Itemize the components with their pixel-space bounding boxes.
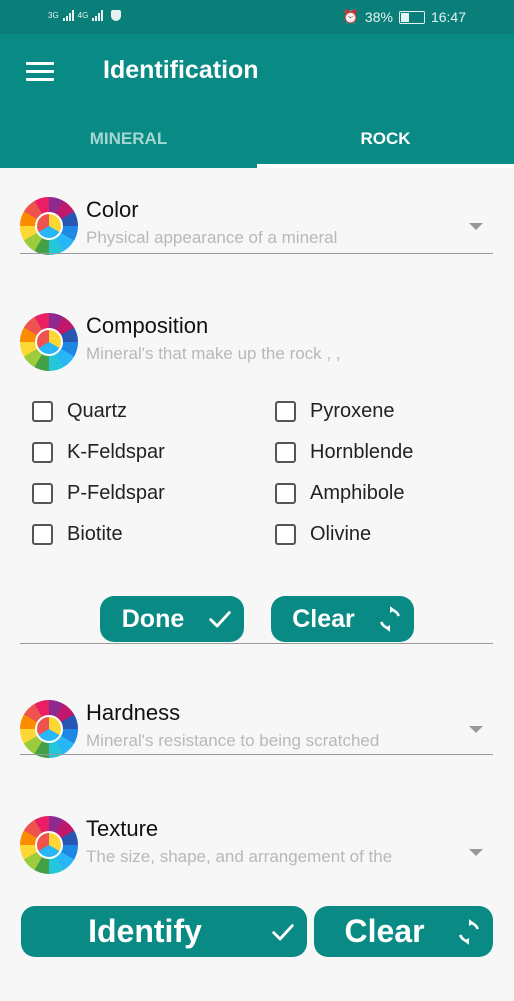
signal-icon-2 (92, 9, 104, 21)
tab-indicator (257, 164, 514, 168)
done-button-label: Done (121, 604, 185, 633)
alarm-icon: ⏰ (342, 9, 359, 24)
checkbox-label: P-Feldspar (67, 482, 165, 504)
battery-percent: 38% (364, 9, 393, 25)
checkbox-label: K-Feldspar (67, 441, 165, 463)
composition-field[interactable]: Composition Mineral's that make up the r… (20, 313, 493, 371)
refresh-icon (380, 606, 400, 632)
checkbox-box[interactable] (275, 401, 296, 422)
checkbox-quartz[interactable]: Quartz (32, 400, 127, 423)
checkbox-olivine[interactable]: Olivine (275, 523, 371, 546)
hardness-subtitle: Mineral's resistance to being scratched (86, 731, 380, 750)
refresh-icon (459, 918, 479, 945)
color-field[interactable]: Color Physical appearance of a mineral (20, 197, 493, 255)
checkbox-box[interactable] (32, 442, 53, 463)
shield-icon (111, 9, 122, 21)
hamburger-menu-icon[interactable] (26, 62, 54, 82)
checkbox-box[interactable] (275, 524, 296, 545)
checkbox-box[interactable] (32, 524, 53, 545)
color-wheel-icon (20, 197, 78, 255)
network-indicators: 3G 4G (48, 9, 122, 21)
texture-field[interactable]: Texture The size, shape, and arrangement… (20, 816, 493, 874)
network-4g-label: 4G (77, 10, 89, 20)
check-icon (272, 923, 294, 940)
checkbox-biotite[interactable]: Biotite (32, 523, 123, 546)
clock: 16:47 (430, 9, 466, 25)
checkbox-pyroxene[interactable]: Pyroxene (275, 400, 395, 423)
composition-clear-button[interactable]: Clear (271, 596, 414, 642)
status-bar: 3G 4G ⏰ 38% 16:47 (0, 0, 514, 34)
checkbox-hornblende[interactable]: Hornblende (275, 441, 413, 464)
color-wheel-icon (20, 816, 78, 874)
dropdown-arrow-icon[interactable] (469, 726, 483, 733)
page-title: Identification (103, 56, 259, 84)
app-bar: Identification (0, 34, 514, 110)
composition-title: Composition (86, 313, 209, 338)
hardness-title: Hardness (86, 700, 181, 725)
checkbox-label: Amphibole (310, 482, 405, 504)
color-wheel-icon (20, 700, 78, 758)
done-button[interactable]: Done (100, 596, 244, 642)
checkbox-k-feldspar[interactable]: K-Feldspar (32, 441, 165, 464)
checkbox-box[interactable] (32, 401, 53, 422)
checkbox-p-feldspar[interactable]: P-Feldspar (32, 482, 165, 505)
divider (20, 643, 493, 644)
hardness-field[interactable]: Hardness Mineral's resistance to being s… (20, 700, 493, 758)
tab-mineral[interactable]: MINERAL (0, 110, 257, 168)
color-subtitle: Physical appearance of a mineral (86, 228, 338, 247)
checkbox-box[interactable] (275, 483, 296, 504)
signal-icon (62, 9, 74, 21)
battery-icon (398, 10, 425, 24)
tab-rock[interactable]: ROCK (257, 110, 514, 168)
composition-subtitle: Mineral's that make up the rock , , (86, 344, 341, 363)
checkbox-label: Olivine (310, 523, 372, 545)
checkbox-label: Biotite (67, 523, 123, 545)
dropdown-arrow-icon[interactable] (469, 849, 483, 856)
status-right: ⏰ 38% 16:47 (343, 9, 466, 25)
checkbox-box[interactable] (275, 442, 296, 463)
divider (20, 754, 493, 755)
checkbox-label: Quartz (67, 400, 128, 422)
checkbox-label: Pyroxene (310, 400, 395, 422)
network-3g-label: 3G (48, 10, 59, 20)
texture-subtitle: The size, shape, and arrangement of the (86, 847, 393, 866)
checkbox-amphibole[interactable]: Amphibole (275, 482, 405, 505)
clear-button-label: Clear (292, 604, 355, 633)
checkbox-box[interactable] (32, 483, 53, 504)
dropdown-arrow-icon[interactable] (469, 223, 483, 230)
tab-bar: MINERAL ROCK (0, 110, 514, 168)
texture-title: Texture (86, 816, 159, 841)
color-wheel-icon (20, 313, 78, 371)
bottom-clear-label: Clear (344, 913, 425, 949)
bottom-clear-button[interactable]: Clear (314, 906, 493, 957)
identify-button-label: Identify (88, 913, 202, 949)
identify-button[interactable]: Identify (21, 906, 307, 957)
check-icon (209, 611, 231, 628)
color-title: Color (86, 197, 139, 222)
divider (20, 253, 493, 254)
checkbox-label: Hornblende (310, 441, 414, 463)
